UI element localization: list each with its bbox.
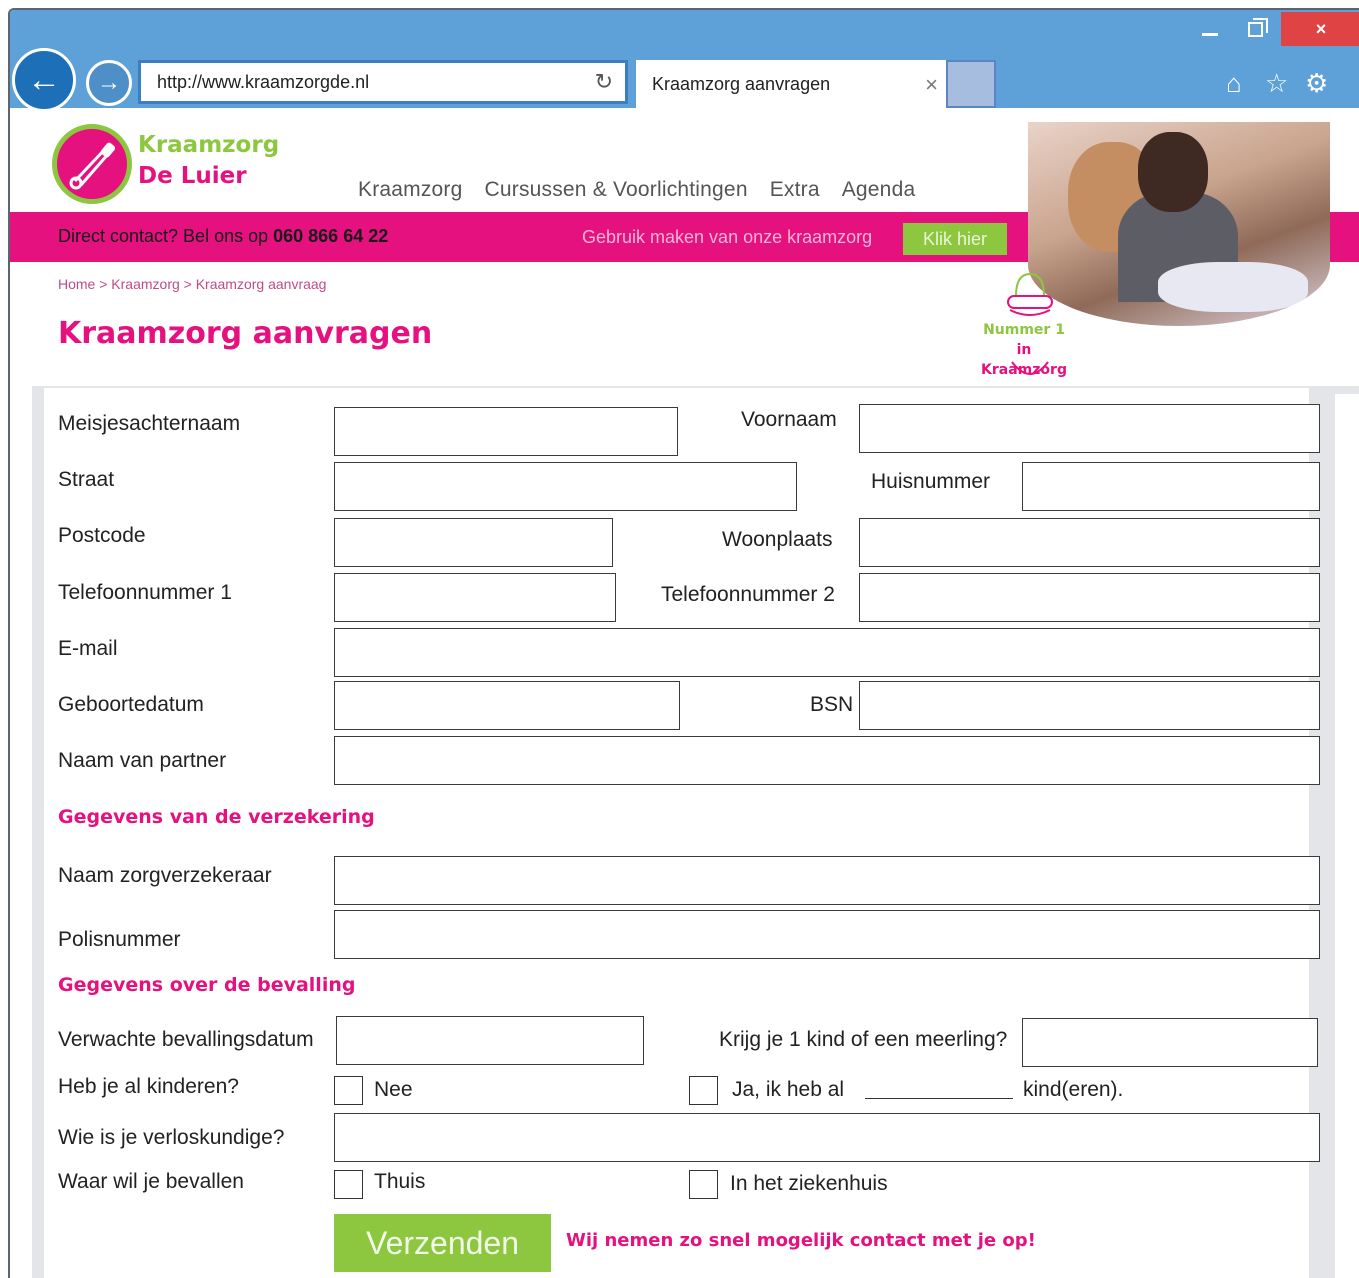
label-postcode: Postcode: [58, 524, 146, 547]
huisnummer-input[interactable]: [1022, 462, 1320, 511]
home-icon[interactable]: ⌂: [1226, 68, 1242, 98]
bevallingsdatum-input[interactable]: [336, 1016, 644, 1065]
back-button[interactable]: ←: [12, 48, 76, 112]
star-icon[interactable]: ☆: [1265, 68, 1288, 98]
tab-active[interactable]: Kraamzorg aanvragen ×: [636, 60, 946, 108]
telefoon1-input[interactable]: [334, 573, 616, 622]
meerling-input[interactable]: [1022, 1018, 1318, 1067]
close-window-button[interactable]: ×: [1281, 12, 1359, 46]
label-telefoon1: Telefoonnummer 1: [58, 581, 232, 604]
label-bsn: BSN: [810, 693, 854, 716]
label-verloskundige: Wie is je verloskundige?: [58, 1126, 285, 1149]
main-nav: Kraamzorg Cursussen & Voorlichtingen Ext…: [358, 178, 915, 202]
address-bar[interactable]: http://www.kraamzorgde.nl ↻: [138, 60, 628, 104]
label-bevallen: Waar wil je bevallen: [58, 1170, 244, 1193]
contact-phone[interactable]: 060 866 64 22: [273, 226, 388, 246]
telefoon2-input[interactable]: [859, 573, 1320, 622]
section-bevalling: Gegevens over de bevalling: [58, 974, 356, 996]
nummer-1-badge: Nummer 1 in Kraamzorg: [974, 268, 1074, 380]
ja-label-prefix: Ja, ik heb al: [732, 1078, 845, 1101]
gear-icon[interactable]: ⚙: [1305, 68, 1328, 98]
photo-figure-2-head: [1138, 132, 1208, 212]
browser-window: × ← → http://www.kraamzorgde.nl ↻ Kraamz…: [8, 8, 1359, 1278]
label-zorgverzekeraar: Naam zorgverzekeraar: [58, 864, 272, 887]
verzenden-button[interactable]: Verzenden: [334, 1214, 551, 1272]
ziekenhuis-label: In het ziekenhuis: [730, 1172, 888, 1195]
tab-title: Kraamzorg aanvragen: [652, 73, 831, 94]
verloskundige-input[interactable]: [334, 1113, 1320, 1162]
photo-baby: [1158, 262, 1308, 312]
nav-item-extra[interactable]: Extra: [770, 178, 820, 202]
nav-item-cursussen[interactable]: Cursussen & Voorlichtingen: [485, 178, 748, 202]
reload-icon[interactable]: ↻: [595, 69, 613, 95]
badge-line1: Nummer 1: [983, 322, 1065, 338]
page-title: Kraamzorg aanvragen: [58, 316, 433, 351]
browser-chrome: × ← → http://www.kraamzorgde.nl ↻ Kraamz…: [10, 10, 1359, 112]
label-geboortedatum: Geboortedatum: [58, 693, 204, 716]
label-kinderen: Heb je al kinderen?: [58, 1075, 239, 1098]
minimize-button[interactable]: [1190, 12, 1230, 46]
logo-line1: Kraamzorg: [138, 132, 280, 158]
maximize-button[interactable]: [1235, 12, 1275, 46]
label-voornaam: Voornaam: [741, 408, 837, 431]
close-icon: ×: [1315, 18, 1327, 39]
email-input[interactable]: [334, 628, 1320, 677]
safety-pin-icon: [69, 142, 116, 190]
label-telefoon2: Telefoonnummer 2: [661, 583, 835, 606]
ziekenhuis-checkbox[interactable]: [689, 1170, 718, 1199]
klik-hier-button[interactable]: Klik hier: [903, 223, 1007, 255]
straat-input[interactable]: [334, 462, 797, 511]
voornaam-input[interactable]: [859, 404, 1320, 453]
partner-input[interactable]: [334, 736, 1320, 785]
nav-item-agenda[interactable]: Agenda: [842, 178, 916, 202]
new-tab-button[interactable]: [946, 60, 996, 108]
maximize-icon: [1247, 17, 1268, 37]
ja-label-suffix: kind(eren).: [1023, 1078, 1124, 1101]
label-woonplaats: Woonplaats: [722, 528, 833, 551]
label-huisnummer: Huisnummer: [871, 470, 991, 493]
label-polisnummer: Polisnummer: [58, 928, 181, 951]
section-verzekering: Gegevens van de verzekering: [58, 806, 375, 828]
thuis-label: Thuis: [374, 1170, 426, 1193]
badge-text: Nummer 1 in Kraamzorg: [974, 320, 1074, 380]
nee-checkbox[interactable]: [334, 1076, 363, 1105]
polisnummer-input[interactable]: [334, 910, 1320, 959]
label-email: E-mail: [58, 637, 118, 660]
badge-line2: in Kraamzorg: [981, 342, 1067, 378]
label-straat: Straat: [58, 468, 115, 491]
contact-text: Direct contact? Bel ons op 060 866 64 22: [58, 226, 388, 247]
label-meerling: Krijg je 1 kind of een meerling?: [719, 1028, 1008, 1051]
meisjesachternaam-input[interactable]: [334, 407, 678, 456]
logo-text[interactable]: Kraamzorg De Luier: [138, 130, 279, 192]
bsn-input[interactable]: [859, 681, 1320, 730]
logo-icon[interactable]: [52, 124, 132, 204]
geboortedatum-input[interactable]: [334, 681, 680, 730]
aantal-kinderen-line[interactable]: [865, 1098, 1013, 1099]
promo-text: Gebruik maken van onze kraamzorg: [582, 227, 873, 247]
zorgverzekeraar-input[interactable]: [334, 856, 1320, 905]
woonplaats-input[interactable]: [859, 518, 1320, 567]
breadcrumb[interactable]: Home > Kraamzorg > Kraamzorg aanvraag: [58, 276, 326, 292]
label-bevallingsdatum: Verwachte bevallingsdatum: [58, 1028, 314, 1051]
contact-note: Wij nemen zo snel mogelijk contact met j…: [566, 1230, 1036, 1251]
label-meisjesachternaam: Meisjesachternaam: [58, 412, 241, 435]
thuis-checkbox[interactable]: [334, 1170, 363, 1199]
ja-checkbox[interactable]: [689, 1076, 718, 1105]
contact-prefix: Direct contact? Bel ons op: [58, 226, 274, 246]
arrow-left-icon: ←: [27, 60, 61, 99]
logo-line2: De Luier: [138, 163, 247, 189]
minimize-icon: [1202, 32, 1218, 36]
nee-label: Nee: [374, 1078, 413, 1101]
forward-button[interactable]: →: [86, 60, 132, 106]
tab-close-icon[interactable]: ×: [925, 72, 938, 98]
arrow-right-icon: →: [97, 69, 121, 96]
label-partner: Naam van partner: [58, 749, 227, 772]
url-text: http://www.kraamzorgde.nl: [157, 71, 370, 92]
nav-item-kraamzorg[interactable]: Kraamzorg: [358, 178, 463, 202]
postcode-input[interactable]: [334, 518, 613, 567]
